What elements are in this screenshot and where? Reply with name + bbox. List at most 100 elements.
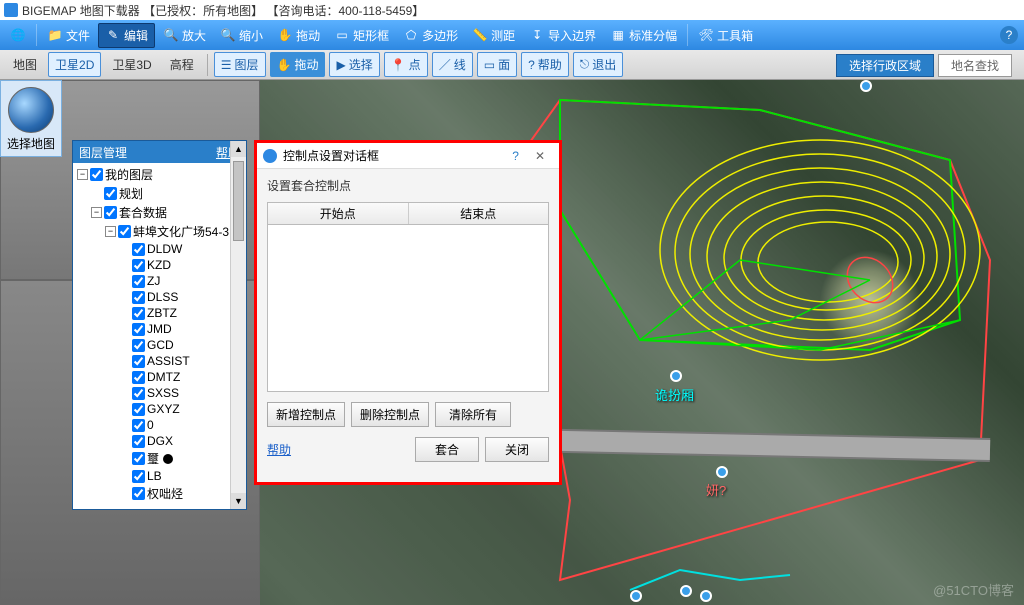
tree-item-leaf[interactable]: DGX — [75, 433, 244, 449]
tree-item-leaf[interactable]: ZJ — [75, 273, 244, 289]
layer-button[interactable]: ☰图层 — [214, 52, 266, 77]
tree-checkbox[interactable] — [104, 187, 117, 200]
exit-button[interactable]: ⎋退出 — [573, 52, 624, 77]
tree-checkbox[interactable] — [132, 355, 145, 368]
collapse-icon[interactable]: − — [77, 169, 88, 180]
tree-item-leaf[interactable]: GCD — [75, 337, 244, 353]
rect-icon: ▭ — [334, 27, 350, 43]
area-tool-button[interactable]: ▭面 — [477, 52, 517, 77]
ruler-icon: 📏 — [472, 27, 488, 43]
tree-checkbox[interactable] — [104, 206, 117, 219]
collapse-icon[interactable]: − — [91, 207, 102, 218]
map-marker[interactable] — [680, 585, 692, 597]
sat2d-tab[interactable]: 卫星2D — [48, 52, 101, 77]
drag-button[interactable]: ✋拖动 — [271, 24, 326, 47]
help-button[interactable]: ?帮助 — [521, 52, 569, 77]
tree-checkbox[interactable] — [132, 307, 145, 320]
tree-item-leaf[interactable]: SXSS — [75, 385, 244, 401]
tree-checkbox[interactable] — [118, 225, 131, 238]
map-marker[interactable] — [860, 80, 872, 92]
fit-button[interactable]: 套合 — [415, 437, 479, 462]
map-marker[interactable] — [716, 466, 728, 478]
tree-checkbox[interactable] — [132, 470, 145, 483]
select-tool-button[interactable]: ▶选择 — [329, 52, 379, 77]
close-button[interactable]: 关闭 — [485, 437, 549, 462]
map-marker[interactable] — [670, 370, 682, 382]
place-search-input[interactable]: 地名查找 — [938, 54, 1012, 77]
secondary-toolbar: 地图 卫星2D 卫星3D 高程 ☰图层 ✋拖动 ▶选择 📍点 ／线 ▭面 ?帮助… — [0, 50, 1024, 80]
scrollbar[interactable]: ▲ ▼ — [230, 163, 246, 509]
collapse-icon[interactable]: − — [105, 226, 116, 237]
tree-item[interactable]: −蚌埠文化广场54-3 — [75, 222, 244, 241]
app-menu-button[interactable]: 🌐 — [4, 24, 32, 46]
poly-button[interactable]: ⬠多边形 — [397, 24, 464, 47]
region-select[interactable]: 选择行政区域 — [836, 54, 934, 77]
tree-item-leaf[interactable]: DLSS — [75, 289, 244, 305]
elev-tab[interactable]: 高程 — [163, 52, 201, 77]
tree-item-root[interactable]: −我的图层 — [75, 165, 244, 184]
rect-button[interactable]: ▭矩形框 — [328, 24, 395, 47]
layer-panel-header[interactable]: 图层管理 帮助 — [73, 141, 246, 163]
control-point-table[interactable]: 开始点 结束点 — [267, 202, 549, 392]
tree-item-leaf[interactable]: ZBTZ — [75, 305, 244, 321]
tree-checkbox[interactable] — [132, 403, 145, 416]
grid-button[interactable]: ▦标准分幅 — [604, 24, 683, 47]
tree-item-leaf[interactable]: LB — [75, 468, 244, 484]
tree-checkbox[interactable] — [132, 339, 145, 352]
basemap-selector[interactable]: 选择地图 — [0, 80, 62, 157]
tree-checkbox[interactable] — [132, 243, 145, 256]
zoomin-button[interactable]: 🔍放大 — [157, 24, 212, 47]
tree-item-leaf[interactable]: 0 — [75, 417, 244, 433]
tree-item-leaf[interactable]: ASSIST — [75, 353, 244, 369]
tree-checkbox[interactable] — [132, 452, 145, 465]
area-icon: ▭ — [484, 58, 495, 72]
measure-button[interactable]: 📏测距 — [466, 24, 521, 47]
dialog-titlebar[interactable]: 控制点设置对话框 ? ✕ — [257, 143, 559, 169]
tree-item-leaf[interactable]: 璽 — [75, 449, 244, 468]
import-button[interactable]: ↧导入边界 — [523, 24, 602, 47]
map-marker[interactable] — [630, 590, 642, 602]
poly-icon: ⬠ — [403, 27, 419, 43]
tree-checkbox[interactable] — [132, 487, 145, 500]
globe-icon — [8, 87, 54, 133]
dialog-help-link[interactable]: 帮助 — [267, 441, 291, 458]
dialog-subtitle: 设置套合控制点 — [257, 169, 559, 198]
file-button[interactable]: 📁文件 — [41, 24, 96, 47]
point-tool-button[interactable]: 📍点 — [384, 52, 428, 77]
scroll-thumb[interactable] — [233, 163, 244, 241]
tree-item-leaf[interactable]: GXYZ — [75, 401, 244, 417]
tree-checkbox[interactable] — [132, 291, 145, 304]
tree-item-leaf[interactable]: 权咄烃 — [75, 484, 244, 503]
tree-checkbox[interactable] — [90, 168, 103, 181]
tree-checkbox[interactable] — [132, 419, 145, 432]
tree-item-leaf[interactable]: JMD — [75, 321, 244, 337]
sat3d-tab[interactable]: 卫星3D — [105, 52, 158, 77]
tree-item[interactable]: 规划 — [75, 184, 244, 203]
tree-item[interactable]: −套合数据 — [75, 203, 244, 222]
line-tool-button[interactable]: ／线 — [432, 52, 473, 77]
delete-point-button[interactable]: 删除控制点 — [351, 402, 429, 427]
dialog-close-icon[interactable]: ✕ — [527, 149, 553, 163]
tree-item-leaf[interactable]: DMTZ — [75, 369, 244, 385]
tree-item-leaf[interactable]: DLDW — [75, 241, 244, 257]
help-icon[interactable]: ? — [1000, 26, 1018, 44]
map-marker[interactable] — [700, 590, 712, 602]
tree-checkbox[interactable] — [132, 371, 145, 384]
layer-tree[interactable]: −我的图层 规划 −套合数据 −蚌埠文化广场54-3 DLDWKZDZJDLSS… — [73, 163, 246, 509]
app-icon — [4, 3, 18, 17]
tree-checkbox[interactable] — [132, 275, 145, 288]
tree-checkbox[interactable] — [132, 435, 145, 448]
zoomout-button[interactable]: 🔍缩小 — [214, 24, 269, 47]
edit-button[interactable]: ✎编辑 — [98, 23, 155, 48]
toolbox-button[interactable]: 🛠工具箱 — [692, 24, 759, 47]
tree-checkbox[interactable] — [132, 259, 145, 272]
dialog-help-icon[interactable]: ? — [504, 149, 527, 163]
map-tab[interactable]: 地图 — [6, 52, 44, 77]
tree-checkbox[interactable] — [132, 323, 145, 336]
clear-all-button[interactable]: 清除所有 — [435, 402, 511, 427]
tree-checkbox[interactable] — [132, 387, 145, 400]
scroll-down-icon[interactable]: ▼ — [231, 493, 246, 509]
tree-item-leaf[interactable]: KZD — [75, 257, 244, 273]
drag-tool-button[interactable]: ✋拖动 — [270, 52, 326, 77]
add-point-button[interactable]: 新增控制点 — [267, 402, 345, 427]
